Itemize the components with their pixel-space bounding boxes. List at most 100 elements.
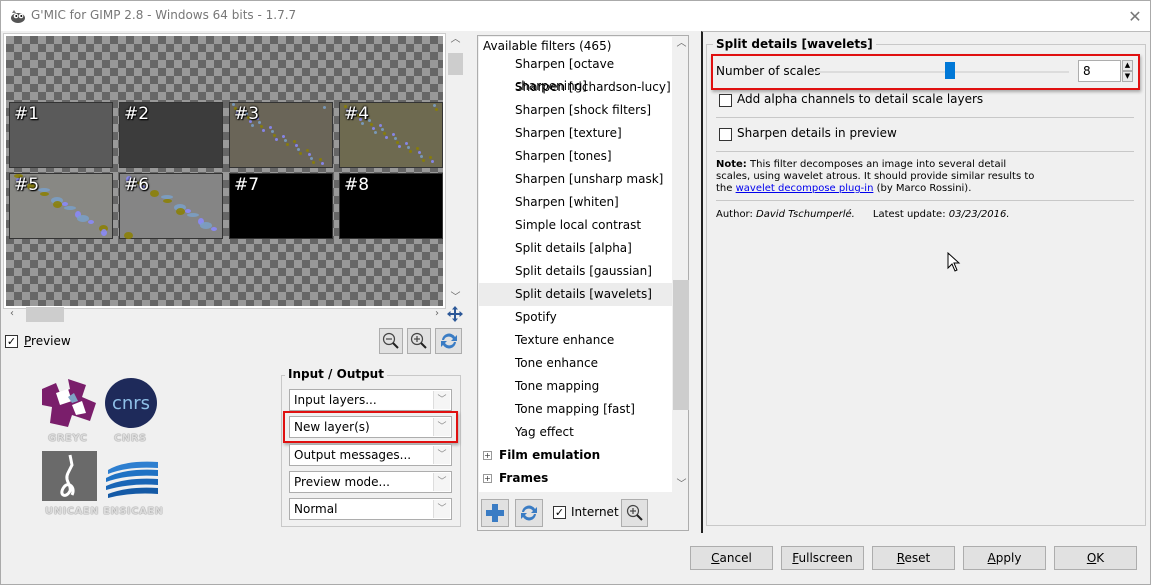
internet-label[interactable]: Internet bbox=[571, 505, 619, 519]
io-combo[interactable]: Output messages... ﹀ bbox=[289, 443, 452, 466]
filter-item[interactable]: Sharpen [shock filters] bbox=[479, 99, 672, 122]
search-filters-button[interactable] bbox=[621, 499, 648, 527]
layer-thumbnail: #2 bbox=[119, 102, 223, 168]
thumbnail-label: #3 bbox=[234, 104, 260, 124]
filter-category[interactable]: + Film emulation bbox=[479, 444, 672, 467]
refresh-preview-button[interactable] bbox=[435, 328, 462, 354]
filters-header: Available filters (465) bbox=[483, 39, 612, 53]
refresh-filters-button[interactable] bbox=[515, 499, 543, 527]
expand-icon[interactable]: + bbox=[483, 451, 492, 460]
cnrs-logo: cnrs bbox=[105, 378, 157, 428]
refresh-icon bbox=[521, 505, 537, 521]
filter-label: Yag effect bbox=[515, 425, 574, 439]
layer-thumbnail: #5 bbox=[9, 173, 113, 239]
ok-button[interactable]: OK bbox=[1054, 546, 1137, 570]
zoom-out-button[interactable] bbox=[379, 328, 403, 354]
add-fave-button[interactable] bbox=[481, 499, 509, 527]
scrollbar-thumb[interactable] bbox=[673, 280, 689, 410]
filter-item[interactable]: Split details [wavelets] bbox=[479, 283, 672, 306]
thumbnail-label: #6 bbox=[124, 175, 150, 195]
cancel-button[interactable]: Cancel bbox=[690, 546, 773, 570]
filters-scrollbar[interactable]: ︿ ﹀ bbox=[673, 37, 689, 492]
io-combo[interactable]: Normal ﹀ bbox=[289, 498, 452, 521]
filter-item[interactable]: Sharpen [tones] bbox=[479, 145, 672, 168]
cnrs-label: CNRS bbox=[114, 433, 147, 444]
sharpen-checkbox[interactable] bbox=[719, 128, 732, 141]
layer-thumbnail: #6 bbox=[119, 173, 223, 239]
filter-item[interactable]: Split details [alpha] bbox=[479, 237, 672, 260]
input-output-title: Input / Output bbox=[285, 367, 387, 381]
sharpen-label[interactable]: Sharpen details in preview bbox=[737, 126, 897, 140]
expand-icon[interactable]: + bbox=[483, 474, 492, 483]
filter-item[interactable]: Split details [gaussian] bbox=[479, 260, 672, 283]
filter-item[interactable]: Texture enhance bbox=[479, 329, 672, 352]
layer-thumbnail: #4 bbox=[339, 102, 443, 168]
scrollbar-thumb[interactable] bbox=[448, 53, 463, 75]
thumbnail-label: #4 bbox=[344, 104, 370, 124]
preview-horizontal-scrollbar[interactable]: ‹ › bbox=[3, 305, 446, 322]
preview-checkbox[interactable]: ✓ bbox=[5, 335, 18, 348]
note-bold: Note: bbox=[716, 159, 747, 170]
close-icon[interactable]: ✕ bbox=[1125, 7, 1145, 27]
internet-checkbox[interactable]: ✓ bbox=[553, 506, 566, 519]
filter-item[interactable]: Sharpen [octave sharpening] bbox=[479, 53, 672, 93]
filter-label: Split details [alpha] bbox=[515, 241, 632, 255]
apply-button[interactable]: Apply bbox=[963, 546, 1046, 570]
filter-item[interactable]: Sharpen [texture] bbox=[479, 122, 672, 145]
filter-item[interactable]: Spotify bbox=[479, 306, 672, 329]
scroll-left-icon[interactable]: ‹ bbox=[6, 307, 18, 321]
scroll-up-icon[interactable]: ︿ bbox=[673, 37, 690, 51]
thumbnail-label: #8 bbox=[344, 175, 370, 195]
filter-label: Sharpen [whiten] bbox=[515, 195, 619, 209]
separator bbox=[716, 151, 1134, 152]
filter-category[interactable]: + Frames bbox=[479, 467, 672, 490]
note-line3-post: (by Marco Rossini). bbox=[873, 183, 972, 194]
separator bbox=[716, 200, 1134, 201]
reset-button[interactable]: Reset bbox=[872, 546, 955, 570]
filter-label: Simple local contrast bbox=[515, 218, 642, 232]
preview-canvas[interactable]: #1 #2 #3 #4 #5 #6 #7 #8 bbox=[3, 33, 446, 309]
scroll-down-icon[interactable]: ﹀ bbox=[447, 291, 464, 305]
filter-item[interactable]: Tone mapping bbox=[479, 375, 672, 398]
layer-thumbnail: #3 bbox=[229, 102, 333, 168]
filter-item[interactable]: Tone mapping [fast] bbox=[479, 398, 672, 421]
zoom-in-button[interactable] bbox=[407, 328, 431, 354]
preview-label[interactable]: Preview bbox=[24, 334, 71, 348]
preview-vertical-scrollbar[interactable]: ︿ ﹀ bbox=[447, 33, 464, 303]
refresh-icon bbox=[440, 333, 457, 349]
filter-label: Split details [wavelets] bbox=[515, 287, 652, 301]
update-label: Latest update: bbox=[872, 209, 949, 220]
wavelet-decompose-link[interactable]: wavelet decompose plug-in bbox=[736, 183, 874, 194]
move-icon[interactable] bbox=[447, 306, 463, 322]
scrollbar-thumb[interactable] bbox=[26, 307, 64, 322]
scroll-down-icon[interactable]: ﹀ bbox=[673, 478, 690, 492]
alpha-checkbox[interactable] bbox=[719, 94, 732, 107]
svg-text:cnrs: cnrs bbox=[112, 393, 150, 414]
filter-item[interactable]: Sharpen [whiten] bbox=[479, 191, 672, 214]
chevron-down-icon: ﹀ bbox=[433, 445, 450, 464]
layer-thumbnail: #7 bbox=[229, 173, 333, 239]
filters-panel: Available filters (465) Sharpen [octave … bbox=[477, 35, 689, 531]
alpha-label[interactable]: Add alpha channels to detail scale layer… bbox=[737, 92, 983, 106]
filter-item[interactable]: Simple local contrast bbox=[479, 214, 672, 237]
scroll-right-icon[interactable]: › bbox=[431, 307, 443, 321]
filter-label: Sharpen [richardson-lucy] bbox=[515, 80, 671, 94]
note-line2: scales, using wavelet atrous. It should … bbox=[716, 171, 1035, 182]
fullscreen-button[interactable]: Fullscreen bbox=[781, 546, 864, 570]
note-line3-pre: the bbox=[716, 183, 736, 194]
thumbnail-label: #7 bbox=[234, 175, 260, 195]
transparency-background bbox=[6, 36, 443, 306]
filters-tree[interactable]: Available filters (465) Sharpen [octave … bbox=[479, 37, 672, 492]
filter-label: Split details [gaussian] bbox=[515, 264, 652, 278]
filter-item[interactable]: Yag effect bbox=[479, 421, 672, 444]
unicaen-logo bbox=[42, 451, 97, 501]
separator bbox=[716, 117, 1134, 118]
filter-item[interactable]: Sharpen [unsharp mask] bbox=[479, 168, 672, 191]
filter-item[interactable]: Sharpen [richardson-lucy] bbox=[479, 76, 672, 99]
author-info: Author: David Tschumperlé. Latest update:… bbox=[716, 209, 1010, 221]
ensicaen-logo bbox=[106, 461, 158, 498]
scroll-up-icon[interactable]: ︿ bbox=[447, 33, 464, 47]
io-combo[interactable]: Input layers... ﹀ bbox=[289, 389, 452, 411]
io-combo[interactable]: Preview mode... ﹀ bbox=[289, 470, 452, 493]
filter-item[interactable]: Tone enhance bbox=[479, 352, 672, 375]
